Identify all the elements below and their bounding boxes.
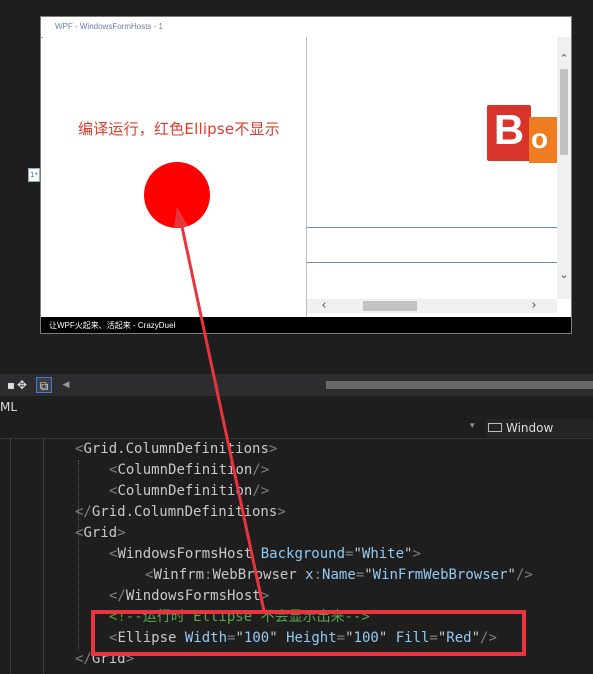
page-rule-line (307, 227, 557, 228)
window-icon (488, 423, 502, 432)
page-icon[interactable]: ⧉ (36, 377, 52, 393)
code-token: Grid (83, 525, 118, 541)
page-rule-line (307, 262, 557, 263)
code-token: WinFrmWebBrowser (372, 567, 508, 583)
annotation-caption: 编译运行，红色Ellipse不显示 (78, 120, 280, 138)
red-ellipse[interactable] (144, 162, 210, 228)
code-line[interactable]: <ColumnDefinition/> (109, 481, 269, 502)
window-titlebar: WPF - WindowsFormHosts - 1 (41, 17, 571, 38)
code-line[interactable]: </Grid.ColumnDefinitions> (75, 502, 286, 523)
vertical-scroll-thumb[interactable] (560, 69, 568, 155)
indent-guide (10, 439, 11, 674)
scope-label: Window (506, 421, 554, 435)
code-token: </ (75, 504, 92, 520)
code-token: > (412, 546, 421, 562)
code-token: /> (515, 567, 533, 583)
code-token: " (364, 567, 373, 583)
editor-tab-row: ML (0, 396, 593, 418)
code-token: = (355, 567, 365, 583)
code-line[interactable]: <Grid.ColumnDefinitions> (75, 439, 277, 460)
code-token: Name (322, 567, 356, 583)
navigation-bar: ▾ Window (0, 418, 593, 439)
indent-guide (78, 460, 79, 650)
window-title: WPF - WindowsFormHosts - 1 (55, 22, 164, 31)
tab-xaml[interactable]: ML (0, 400, 17, 414)
scope-selector[interactable]: Window (486, 419, 593, 437)
chevron-up-icon[interactable]: ⌃ (557, 53, 571, 64)
code-line[interactable]: <Grid> (75, 523, 126, 544)
webbrowser-host[interactable]: B o (307, 37, 557, 299)
code-token: > (117, 525, 126, 541)
code-token: Background (252, 546, 346, 562)
code-token: Grid.ColumnDefinitions (83, 441, 269, 457)
code-token: : (313, 567, 323, 583)
code-token: </ (109, 588, 126, 604)
footer-text: 让WPF火起来、活起来 - CrazyDuel (49, 321, 176, 330)
code-token: /> (252, 462, 270, 478)
designer-toolbar: ▪ ✥ ⧉ ◀ (0, 374, 593, 396)
code-line[interactable]: <Winfrm:WebBrowser x:Name="WinFrmWebBrow… (145, 565, 533, 586)
grid-row-marker[interactable]: 1* (28, 168, 40, 182)
code-token: WindowsFormsHost (117, 546, 253, 562)
highlight-box (91, 610, 526, 656)
code-line[interactable]: <ColumnDefinition/> (109, 460, 269, 481)
grid-column-left[interactable]: 编译运行，红色Ellipse不显示 (43, 37, 307, 317)
code-token: /> (252, 483, 270, 499)
code-token: ColumnDefinition (117, 462, 253, 478)
wpf-window-preview[interactable]: WPF - WindowsFormHosts - 1 编译运行，红色Ellips… (40, 16, 572, 334)
scroll-left-icon[interactable]: ◀ (58, 377, 74, 393)
horizontal-scroll-thumb[interactable] (363, 301, 417, 311)
code-token: " (353, 546, 362, 562)
designer-hscroll[interactable] (326, 381, 593, 389)
code-token: WebBrowser (212, 567, 297, 583)
indent-guide (43, 439, 44, 674)
code-token: </ (75, 651, 92, 667)
code-line[interactable]: <WindowsFormsHost Background="White"> (109, 544, 421, 565)
code-token: > (260, 588, 270, 604)
chevron-left-icon[interactable]: ‹ (317, 299, 331, 312)
dropdown-arrow-icon[interactable]: ▾ (470, 421, 475, 431)
code-token: " (507, 567, 516, 583)
code-token: Grid.ColumnDefinitions (91, 504, 278, 520)
vertical-scrollbar[interactable]: ⌃ ⌄ (557, 37, 571, 299)
move-icon[interactable]: ✥ (14, 377, 30, 393)
logo-letter-b: B (487, 105, 531, 161)
code-token: Winfrm (153, 567, 205, 583)
window-footer: 让WPF火起来、活起来 - CrazyDuel (41, 317, 571, 333)
code-token: WindowsFormsHost (125, 588, 261, 604)
logo-letter-o: o (529, 117, 557, 163)
web-logo: B o (487, 105, 557, 167)
code-token: > (277, 504, 286, 520)
code-line[interactable]: </WindowsFormsHost> (109, 586, 269, 607)
horizontal-scrollbar[interactable]: ‹ › (307, 299, 557, 313)
code-token: > (268, 441, 278, 457)
code-token: x (296, 567, 314, 583)
chevron-right-icon[interactable]: › (527, 299, 541, 312)
code-token: White (361, 546, 405, 562)
chevron-down-icon[interactable]: ⌄ (557, 269, 571, 280)
code-token: ColumnDefinition (117, 483, 253, 499)
